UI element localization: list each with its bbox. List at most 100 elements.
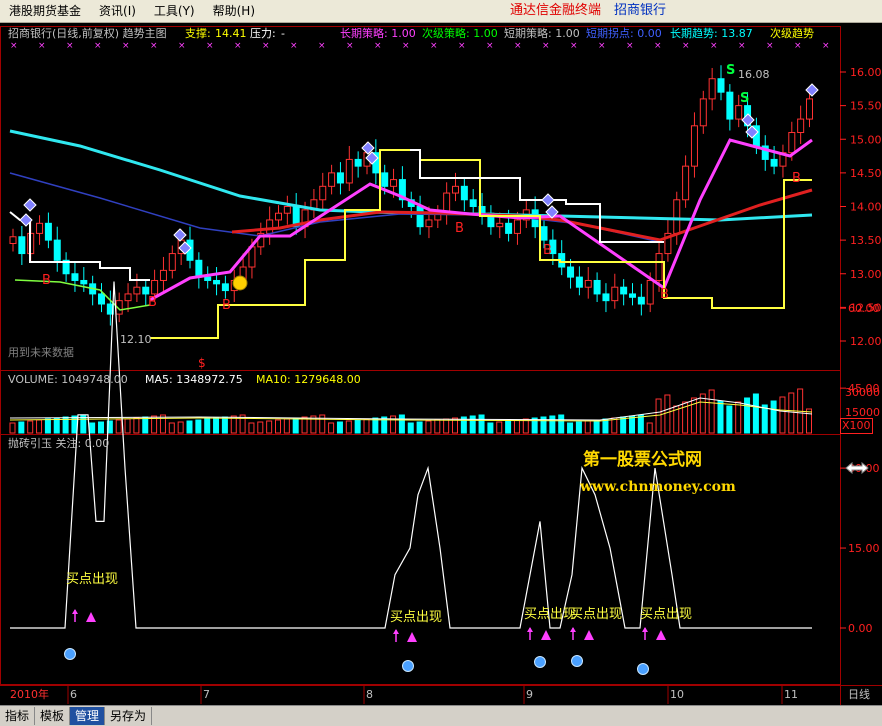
candle-body-81 — [726, 91, 734, 120]
volume-bar-88 — [788, 392, 795, 434]
cross-marker-3: × — [94, 41, 102, 51]
cross-marker-19: × — [542, 41, 550, 51]
tab-indicator[interactable]: 指标 — [0, 707, 36, 725]
volume-bar-30 — [275, 419, 281, 434]
volume-bar-21 — [195, 419, 202, 434]
volume-bar-86 — [770, 400, 777, 434]
signal-ball-icon-2 — [534, 656, 546, 668]
buy-triangle-icon-3 — [584, 630, 594, 640]
candle-body-77 — [690, 125, 698, 167]
candle-body-71 — [637, 296, 645, 305]
period-label[interactable]: 日线 — [848, 688, 870, 702]
long-strategy: 长期策略: 1.00 — [340, 27, 416, 40]
short-strategy: 短期策略: 1.00 — [504, 27, 580, 40]
month-6: 6 — [70, 688, 77, 701]
volume-bar-57 — [513, 419, 520, 434]
candle-body-82 — [735, 105, 743, 120]
year-label: 2010年 — [10, 688, 49, 701]
dollar-marker: $ — [198, 356, 206, 370]
volume-bar-87 — [779, 396, 786, 434]
price-tick-label-2: 15.00 — [850, 133, 882, 146]
volume-bar-63 — [567, 422, 574, 434]
volume-bar-29 — [266, 420, 273, 434]
candle-body-46 — [416, 206, 424, 228]
candle-body-8 — [80, 279, 88, 285]
tab-save-as[interactable]: 另存为 — [105, 707, 153, 725]
up-arrow-icon-2 — [527, 627, 533, 632]
volume-bar-24 — [221, 416, 228, 434]
cross-marker-2: × — [66, 41, 74, 51]
candle-body-88 — [788, 132, 796, 154]
candle-body-18 — [168, 253, 176, 271]
candle-body-80 — [717, 78, 725, 93]
volume-bar-72 — [646, 422, 653, 434]
volume-bar-70 — [629, 415, 635, 434]
volume-bar-20 — [186, 420, 193, 434]
price-tick-label-0: 16.00 — [850, 66, 882, 79]
cross-marker-7: × — [206, 41, 214, 51]
candle-body-51 — [460, 185, 468, 201]
watermark-url: www.chnmoney.com — [580, 479, 736, 495]
candle-body-22 — [204, 276, 212, 281]
volume-bar-28 — [257, 421, 264, 434]
watermark-name: 第一股票公式网 — [583, 450, 702, 470]
candle-body-36 — [328, 172, 336, 187]
signal-ball-icon-4 — [637, 663, 649, 675]
candle-body-35 — [319, 185, 327, 201]
volume-bar-82 — [735, 401, 742, 434]
resistance-step-line-a — [9, 211, 150, 281]
signal-ball-icon-0 — [64, 648, 76, 660]
cross-marker-15: × — [430, 41, 438, 51]
volume-bar-9 — [89, 422, 96, 434]
volume-bar-36 — [328, 422, 335, 434]
candle-body-64 — [575, 276, 583, 288]
cross-marker-0: × — [10, 41, 18, 51]
volume-bar-65 — [584, 420, 591, 434]
volume-bar-44 — [398, 414, 405, 434]
cross-marker-12: × — [346, 41, 354, 51]
smiley-icon — [232, 275, 248, 291]
tab-manage[interactable]: 管理 — [70, 707, 106, 725]
volume-bar-69 — [620, 416, 627, 434]
cross-marker-23: × — [654, 41, 662, 51]
candle-body-29 — [266, 219, 274, 234]
price-tick-label-8: 12.00 — [850, 335, 882, 348]
volume-bar-7 — [71, 415, 78, 434]
diamond-marker-icon-10 — [805, 83, 819, 97]
volume-bar-27 — [248, 422, 255, 434]
tab-template[interactable]: 模板 — [35, 707, 71, 725]
volume-bar-23 — [213, 417, 220, 434]
candle-body-39 — [354, 158, 362, 167]
candle-body-14 — [133, 286, 141, 295]
signal-ball-icon-1 — [402, 660, 414, 672]
volume-bar-2 — [27, 420, 34, 434]
sub-trend: 次级趋势 — [770, 27, 814, 40]
cross-marker-17: × — [486, 41, 494, 51]
cross-marker-25: × — [710, 41, 718, 51]
candle-body-7 — [71, 273, 79, 281]
volume-bar-14 — [133, 417, 140, 434]
buy-triangle-icon-0 — [86, 612, 96, 622]
cross-marker-10: × — [290, 41, 298, 51]
volume-bar-12 — [115, 419, 122, 434]
candle-body-38 — [345, 158, 353, 184]
cross-marker-28: × — [794, 41, 802, 51]
candle-body-47 — [425, 219, 433, 228]
up-arrow-icon-4 — [642, 627, 648, 632]
volume-bar-19 — [177, 421, 184, 434]
buy-signal-label-4: 买点出现 — [570, 607, 623, 622]
candle-body-21 — [195, 259, 203, 278]
candle-body-70 — [629, 293, 636, 298]
volume-bar-15 — [142, 416, 149, 434]
volume-bar-39 — [354, 419, 361, 434]
volume-bar-3 — [36, 419, 43, 434]
cross-marker-18: × — [514, 41, 522, 51]
volume-bar-31 — [283, 418, 290, 434]
buy-marker-7: B — [792, 171, 801, 186]
candle-body-31 — [283, 206, 291, 214]
volume-bar-79 — [708, 389, 715, 434]
candle-body-1 — [18, 236, 26, 255]
low-price-label: 12.10 — [120, 333, 152, 346]
volume-bar-10 — [98, 421, 104, 434]
candle-body-67 — [602, 293, 610, 302]
